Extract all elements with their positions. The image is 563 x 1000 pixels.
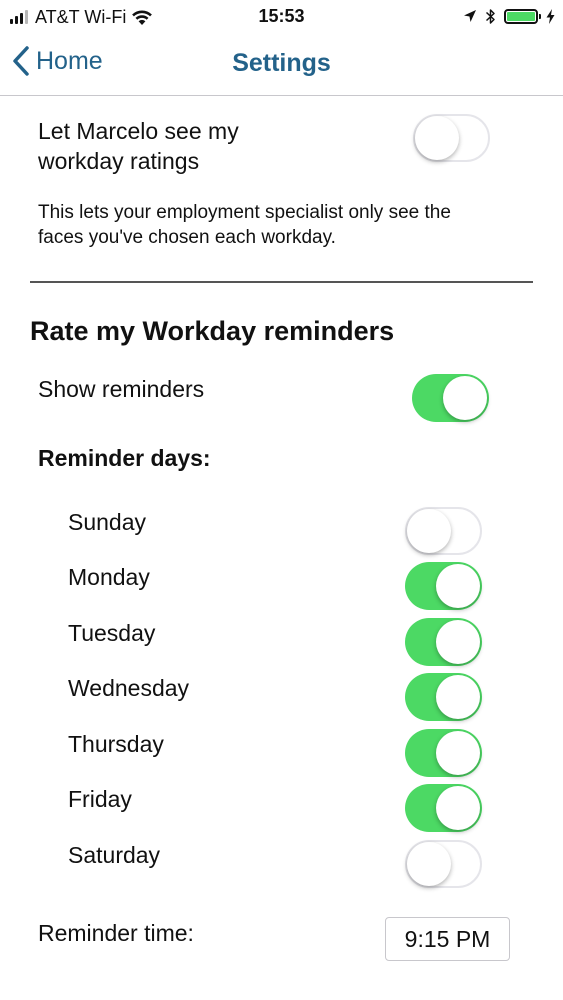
day-toggle-thursday[interactable]: [405, 729, 482, 777]
reminder-days-heading: Reminder days:: [38, 445, 211, 471]
day-toggle-saturday[interactable]: [405, 840, 482, 888]
section-divider: [30, 281, 533, 283]
share-ratings-toggle[interactable]: [413, 114, 490, 162]
share-ratings-label: Let Marcelo see my workday ratings: [38, 118, 239, 174]
navigation-bar: Home Settings: [0, 34, 563, 96]
page-title: Settings: [232, 49, 331, 77]
battery-fill: [507, 11, 535, 21]
day-toggle-tuesday[interactable]: [405, 618, 482, 666]
charging-bolt-icon: [546, 8, 555, 24]
share-ratings-description: This lets your employment specialist onl…: [38, 202, 451, 248]
day-toggle-sunday[interactable]: [405, 507, 482, 555]
day-toggle-monday[interactable]: [405, 562, 482, 610]
day-label-tuesday: Tuesday: [68, 620, 156, 646]
reminders-heading: Rate my Workday reminders: [30, 316, 395, 346]
status-right: [463, 5, 555, 27]
day-label-thursday: Thursday: [68, 731, 164, 757]
day-label-friday: Friday: [68, 786, 132, 812]
show-reminders-toggle[interactable]: [412, 374, 489, 422]
bluetooth-icon: [485, 8, 495, 24]
status-bar: AT&T Wi-Fi 15:53: [0, 0, 563, 34]
day-label-monday: Monday: [68, 564, 150, 590]
battery-icon: [504, 8, 541, 24]
reminder-time-picker[interactable]: 9:15 PM: [385, 917, 510, 961]
day-label-wednesday: Wednesday: [68, 675, 190, 701]
show-reminders-label: Show reminders: [38, 376, 205, 402]
day-toggle-wednesday[interactable]: [405, 673, 482, 721]
location-arrow-icon: [464, 10, 476, 22]
day-toggle-friday[interactable]: [405, 784, 482, 832]
reminder-time-label: Reminder time:: [38, 920, 194, 946]
day-label-saturday: Saturday: [68, 842, 161, 868]
day-label-sunday: Sunday: [68, 509, 147, 535]
